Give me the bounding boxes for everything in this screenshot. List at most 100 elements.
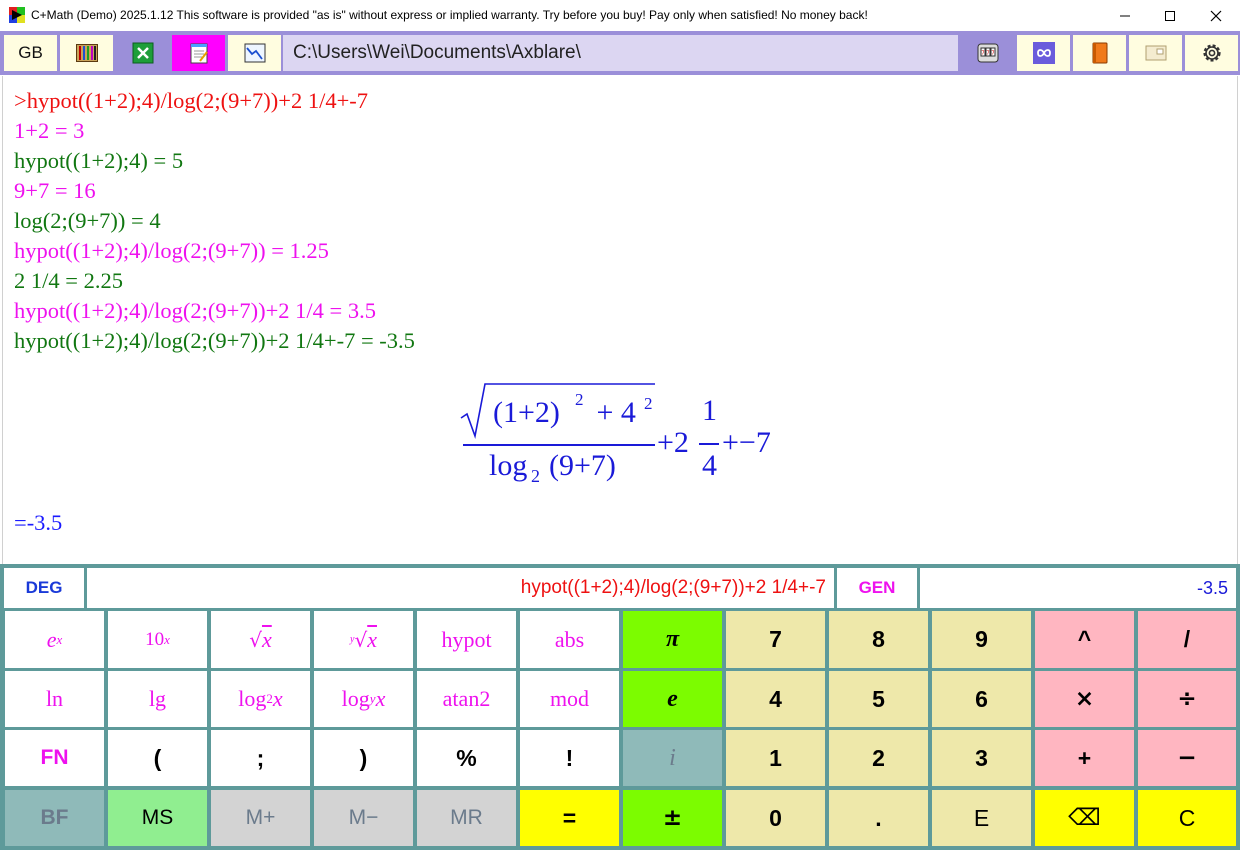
atan2-key[interactable]: atan2 — [417, 671, 516, 727]
spreadsheet-button[interactable] — [116, 35, 169, 71]
semicolon-key[interactable]: ; — [211, 730, 310, 786]
digit-0-key[interactable]: 0 — [726, 790, 825, 846]
output-panel: >hypot((1+2);4)/log(2;(9+7))+2 1/4+-7 1+… — [2, 76, 1238, 564]
expression-text: hypot((1+2);4)/log(2;(9+7))+2 1/4+-7 — [520, 577, 826, 598]
step-line: hypot((1+2);4)/log(2;(9+7))+2 1/4 = 3.5 — [14, 298, 376, 323]
factorial-label: ! — [565, 744, 574, 771]
digit-2-key[interactable]: 2 — [829, 730, 928, 786]
pi-key[interactable]: π — [623, 611, 722, 668]
notepad-button[interactable] — [172, 35, 225, 71]
nth-root-key[interactable]: y √ x — [314, 611, 413, 668]
power-key[interactable]: ^ — [1035, 611, 1134, 668]
digit-7-key[interactable]: 7 — [726, 611, 825, 668]
formula-numerator-exp2: 2 — [644, 394, 653, 413]
expression-input[interactable]: hypot((1+2);4)/log(2;(9+7))+2 1/4+-7 — [87, 568, 834, 608]
digit-9-key[interactable]: 9 — [932, 611, 1031, 668]
close-button[interactable] — [1193, 0, 1239, 31]
digit-5-key[interactable]: 5 — [829, 671, 928, 727]
decimal-point-key[interactable]: . — [829, 790, 928, 846]
step-line: log(2;(9+7)) = 4 — [14, 208, 161, 233]
working-directory-field[interactable]: C:\Users\Wei\Documents\Axblare\ — [283, 35, 958, 71]
factorial-key[interactable]: ! — [520, 730, 619, 786]
exponent-key-label: E — [973, 804, 990, 831]
digit-6-key[interactable]: 6 — [932, 671, 1031, 727]
card-button[interactable] — [1129, 35, 1182, 71]
help-book-button[interactable] — [1073, 35, 1126, 71]
step-line: 1+2 = 3 — [14, 118, 85, 143]
fraction-key-label: / — [1183, 626, 1191, 652]
digit-3-label: 3 — [975, 744, 988, 771]
formula-numerator-base: (1+2) — [493, 396, 560, 429]
fraction-key[interactable]: / — [1138, 611, 1236, 668]
right-paren-key[interactable]: ) — [314, 730, 413, 786]
language-label: GB — [18, 43, 43, 62]
memory-store-key[interactable]: MS — [108, 790, 207, 846]
plus-key[interactable]: + — [1035, 730, 1134, 786]
divide-key[interactable]: ÷ — [1138, 671, 1236, 727]
percent-key[interactable]: % — [417, 730, 516, 786]
calculator-mode-button[interactable] — [60, 35, 113, 71]
maximize-icon — [1165, 10, 1175, 21]
hypot-key[interactable]: hypot — [417, 611, 516, 668]
pow10-key-label: 10 — [145, 628, 165, 650]
gear-icon — [1202, 44, 1221, 62]
bf-key[interactable]: BF — [5, 790, 104, 846]
logy-key[interactable]: log y x — [314, 671, 413, 727]
memory-subtract-label: M− — [348, 806, 379, 829]
log2-key-label: log — [238, 686, 267, 711]
exp-key[interactable]: ex — [5, 611, 104, 668]
fraction-bar — [463, 444, 655, 446]
log2-key-x: x — [272, 686, 283, 711]
fn-key[interactable]: FN — [5, 730, 104, 786]
digit-4-key[interactable]: 4 — [726, 671, 825, 727]
fn-key-label: FN — [40, 746, 69, 769]
pow10-key[interactable]: 10 x — [108, 611, 207, 668]
step-line: hypot((1+2);4)/log(2;(9+7))+2 1/4+-7 = -… — [14, 328, 415, 353]
step-line: 9+7 = 16 — [14, 178, 96, 203]
multiply-key[interactable]: × — [1035, 671, 1134, 727]
formula-numerator-exp1: 2 — [575, 390, 584, 409]
backspace-icon: ⌫ — [1068, 805, 1101, 831]
maximize-button[interactable] — [1147, 0, 1193, 31]
sqrt-key[interactable]: √ x — [211, 611, 310, 668]
memory-recall-key[interactable]: MR — [417, 790, 516, 846]
digit-3-key[interactable]: 3 — [932, 730, 1031, 786]
memory-add-key[interactable]: M+ — [211, 790, 310, 846]
imaginary-key[interactable]: i — [623, 730, 722, 786]
digit-6-label: 6 — [975, 685, 988, 712]
minimize-button[interactable] — [1102, 0, 1148, 31]
digit-9-label: 9 — [975, 626, 988, 652]
exponent-key[interactable]: E — [932, 790, 1031, 846]
rendered-formula: (1+2) 2 + 4 2 log 2 (9+7) +2 1 4 +−7 — [459, 376, 799, 496]
left-paren-key[interactable]: ( — [108, 730, 207, 786]
percent-label: % — [456, 744, 477, 771]
plus-minus-key[interactable]: ± — [623, 790, 722, 846]
equals-key-label: = — [562, 804, 577, 831]
digit-8-key[interactable]: 8 — [829, 611, 928, 668]
clear-key[interactable]: C — [1138, 790, 1236, 846]
abs-key[interactable]: abs — [520, 611, 619, 668]
minus-key[interactable]: − — [1138, 730, 1236, 786]
logy-key-label: log — [341, 686, 370, 711]
backspace-key[interactable]: ⌫ — [1035, 790, 1134, 846]
svg-text:7: 7 — [981, 51, 984, 57]
svg-text:7: 7 — [991, 51, 994, 57]
sqrt-key-x: x — [261, 626, 272, 652]
memory-subtract-key[interactable]: M− — [314, 790, 413, 846]
mod-key[interactable]: mod — [520, 671, 619, 727]
format-mode-label: GEN — [858, 578, 896, 597]
euler-key[interactable]: e — [623, 671, 722, 727]
lg-key[interactable]: lg — [108, 671, 207, 727]
log2-key[interactable]: log 2 x — [211, 671, 310, 727]
settings-button[interactable] — [1185, 35, 1238, 71]
graph-button[interactable] — [228, 35, 281, 71]
ln-key[interactable]: ln — [5, 671, 104, 727]
angle-mode-button[interactable]: DEG — [4, 568, 84, 608]
language-button[interactable]: GB — [4, 35, 57, 71]
format-mode-button[interactable]: GEN — [837, 568, 917, 608]
formula-denominator-sub: 2 — [531, 466, 540, 486]
infinity-button[interactable] — [1017, 35, 1070, 71]
digit-1-key[interactable]: 1 — [726, 730, 825, 786]
slot-machine-button[interactable]: 7 7 7 — [961, 35, 1014, 71]
equals-key[interactable]: = — [520, 790, 619, 846]
